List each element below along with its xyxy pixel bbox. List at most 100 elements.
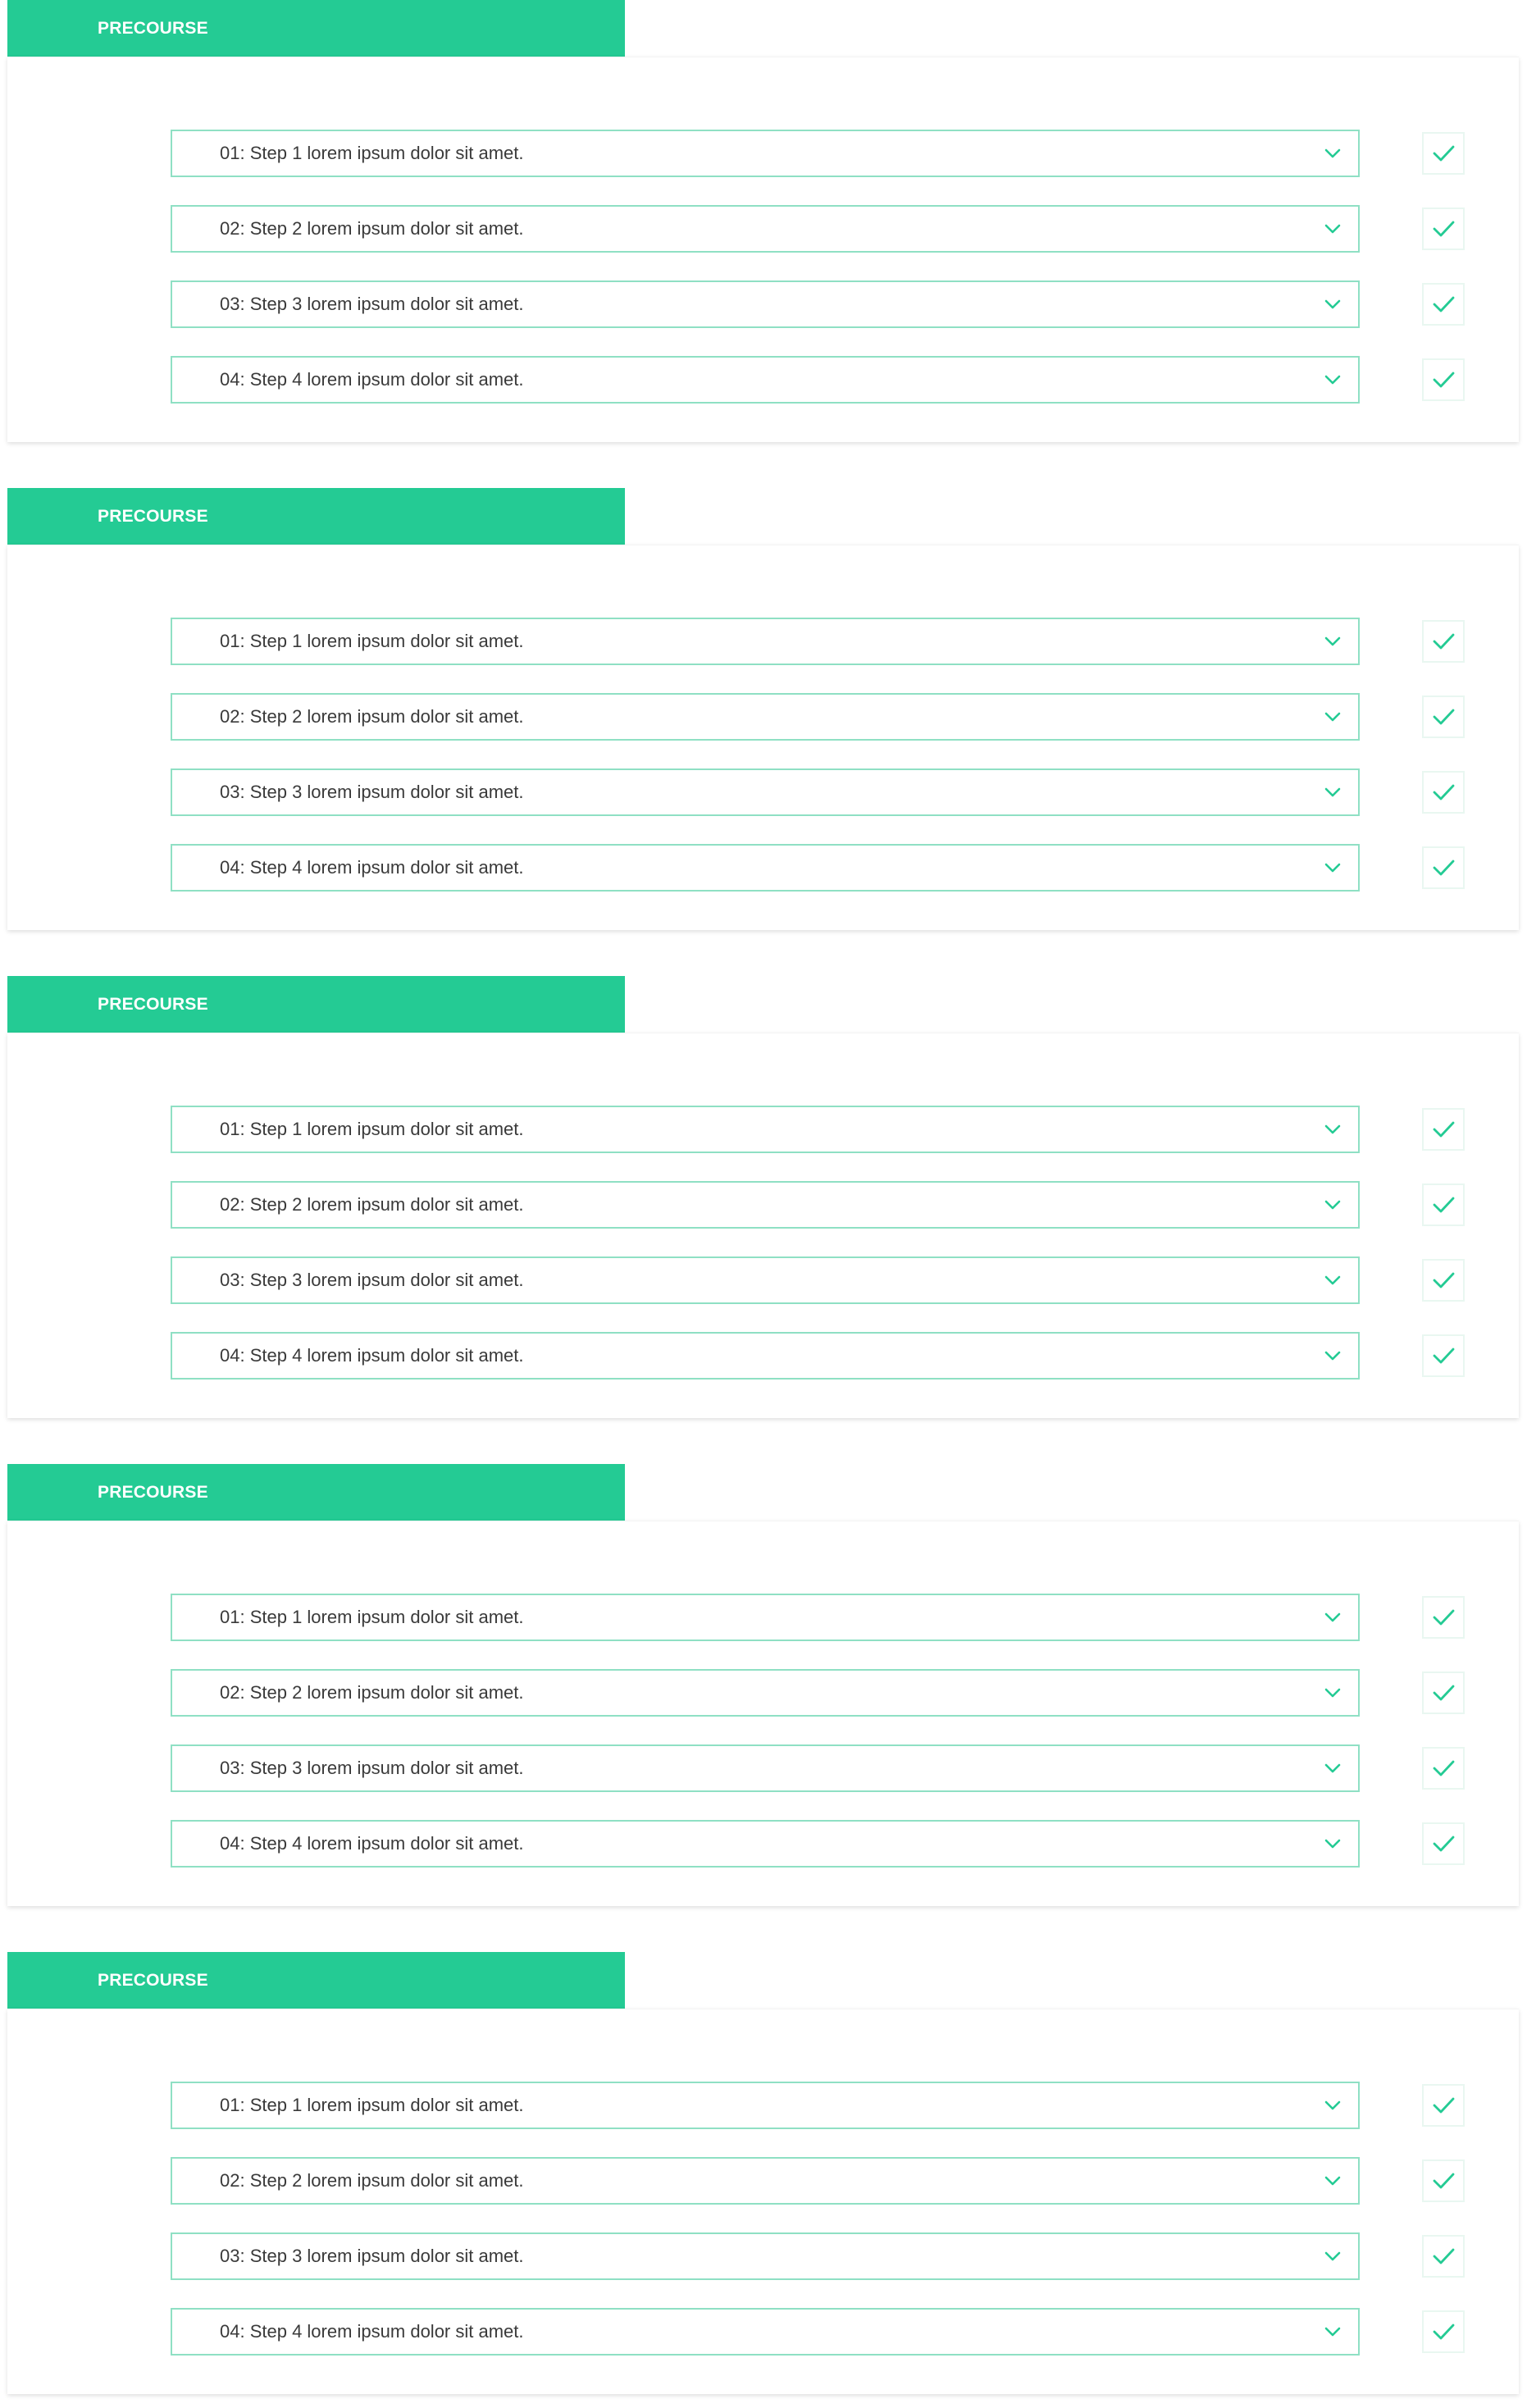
step-label: 04: Step 4 lorem ipsum dolor sit amet. (220, 1833, 524, 1854)
step-complete-checkbox[interactable] (1422, 1747, 1465, 1790)
step-complete-checkbox[interactable] (1422, 846, 1465, 889)
step-dropdown[interactable]: 01: Step 1 lorem ipsum dolor sit amet. (171, 1106, 1360, 1153)
step-dropdown[interactable]: 03: Step 3 lorem ipsum dolor sit amet. (171, 280, 1360, 328)
step-dropdown[interactable]: 03: Step 3 lorem ipsum dolor sit amet. (171, 1256, 1360, 1304)
step-row: 04: Step 4 lorem ipsum dolor sit amet. (171, 2308, 1465, 2356)
step-complete-checkbox[interactable] (1422, 2235, 1465, 2278)
chevron-down-icon (1324, 863, 1341, 873)
checkmark-icon (1433, 1760, 1455, 1776)
step-dropdown[interactable]: 04: Step 4 lorem ipsum dolor sit amet. (171, 1820, 1360, 1868)
step-complete-checkbox[interactable] (1422, 1259, 1465, 1302)
chevron-down-icon (1324, 1612, 1341, 1622)
checkmark-icon (1433, 2324, 1455, 2340)
step-row: 02: Step 2 lorem ipsum dolor sit amet. (171, 2157, 1465, 2205)
step-label: 03: Step 3 lorem ipsum dolor sit amet. (220, 2246, 524, 2266)
step-label: 03: Step 3 lorem ipsum dolor sit amet. (220, 782, 524, 802)
chevron-down-icon (1324, 2251, 1341, 2261)
step-complete-checkbox[interactable] (1422, 1334, 1465, 1377)
step-label: 03: Step 3 lorem ipsum dolor sit amet. (220, 1270, 524, 1290)
step-row: 02: Step 2 lorem ipsum dolor sit amet. (171, 1181, 1465, 1229)
step-dropdown[interactable]: 04: Step 4 lorem ipsum dolor sit amet. (171, 1332, 1360, 1380)
step-dropdown[interactable]: 02: Step 2 lorem ipsum dolor sit amet. (171, 2157, 1360, 2205)
step-complete-checkbox[interactable] (1422, 358, 1465, 401)
section-card: 01: Step 1 lorem ipsum dolor sit amet. 02… (7, 1033, 1519, 1418)
chevron-down-icon (1324, 148, 1341, 158)
step-complete-checkbox[interactable] (1422, 208, 1465, 250)
step-complete-checkbox[interactable] (1422, 1108, 1465, 1151)
step-label: 04: Step 4 lorem ipsum dolor sit amet. (220, 2321, 524, 2342)
chevron-down-icon (1324, 1275, 1341, 1285)
checkmark-icon (1433, 1121, 1455, 1138)
step-complete-checkbox[interactable] (1422, 1671, 1465, 1714)
step-complete-checkbox[interactable] (1422, 620, 1465, 663)
step-dropdown[interactable]: 02: Step 2 lorem ipsum dolor sit amet. (171, 205, 1360, 253)
chevron-down-icon (1324, 2176, 1341, 2186)
step-dropdown[interactable]: 03: Step 3 lorem ipsum dolor sit amet. (171, 2232, 1360, 2280)
checkmark-icon (1433, 296, 1455, 312)
checkmark-icon (1433, 1685, 1455, 1701)
section-card: 01: Step 1 lorem ipsum dolor sit amet. 02… (7, 545, 1519, 930)
step-label: 01: Step 1 lorem ipsum dolor sit amet. (220, 631, 524, 651)
course-section: PRECOURSE 01: Step 1 lorem ipsum dolor si… (7, 0, 1519, 445)
step-complete-checkbox[interactable] (1422, 1183, 1465, 1226)
step-dropdown[interactable]: 02: Step 2 lorem ipsum dolor sit amet. (171, 693, 1360, 741)
checkmark-icon (1433, 709, 1455, 725)
section-card: 01: Step 1 lorem ipsum dolor sit amet. 02… (7, 57, 1519, 442)
step-complete-checkbox[interactable] (1422, 1596, 1465, 1639)
step-row: 01: Step 1 lorem ipsum dolor sit amet. (171, 2082, 1465, 2129)
section-title: PRECOURSE (7, 1952, 625, 2009)
checkmark-icon (1433, 2097, 1455, 2114)
chevron-down-icon (1324, 2100, 1341, 2110)
step-complete-checkbox[interactable] (1422, 2159, 1465, 2202)
checkmark-icon (1433, 1609, 1455, 1626)
chevron-down-icon (1324, 1351, 1341, 1361)
step-complete-checkbox[interactable] (1422, 2084, 1465, 2127)
chevron-down-icon (1324, 1839, 1341, 1849)
step-dropdown[interactable]: 02: Step 2 lorem ipsum dolor sit amet. (171, 1181, 1360, 1229)
step-dropdown[interactable]: 04: Step 4 lorem ipsum dolor sit amet. (171, 844, 1360, 892)
step-label: 04: Step 4 lorem ipsum dolor sit amet. (220, 369, 524, 390)
step-dropdown[interactable]: 01: Step 1 lorem ipsum dolor sit amet. (171, 130, 1360, 177)
chevron-down-icon (1324, 224, 1341, 234)
step-row: 04: Step 4 lorem ipsum dolor sit amet. (171, 1820, 1465, 1868)
step-label: 03: Step 3 lorem ipsum dolor sit amet. (220, 294, 524, 314)
checkmark-icon (1433, 1272, 1455, 1288)
step-complete-checkbox[interactable] (1422, 1822, 1465, 1865)
step-dropdown[interactable]: 01: Step 1 lorem ipsum dolor sit amet. (171, 1594, 1360, 1641)
checkmark-icon (1433, 372, 1455, 388)
step-complete-checkbox[interactable] (1422, 771, 1465, 814)
section-card: 01: Step 1 lorem ipsum dolor sit amet. 02… (7, 2009, 1519, 2394)
step-label: 01: Step 1 lorem ipsum dolor sit amet. (220, 143, 524, 163)
step-dropdown[interactable]: 04: Step 4 lorem ipsum dolor sit amet. (171, 2308, 1360, 2356)
step-dropdown[interactable]: 02: Step 2 lorem ipsum dolor sit amet. (171, 1669, 1360, 1717)
step-dropdown[interactable]: 01: Step 1 lorem ipsum dolor sit amet. (171, 618, 1360, 665)
chevron-down-icon (1324, 1200, 1341, 1210)
step-row: 03: Step 3 lorem ipsum dolor sit amet. (171, 280, 1465, 328)
course-steps-page: PRECOURSE 01: Step 1 lorem ipsum dolor si… (0, 0, 1527, 2408)
section-title: PRECOURSE (7, 488, 625, 545)
step-row: 01: Step 1 lorem ipsum dolor sit amet. (171, 130, 1465, 177)
step-label: 02: Step 2 lorem ipsum dolor sit amet. (220, 1682, 524, 1703)
course-section: PRECOURSE 01: Step 1 lorem ipsum dolor si… (7, 976, 1519, 1421)
checkmark-icon (1433, 784, 1455, 800)
course-section: PRECOURSE 01: Step 1 lorem ipsum dolor si… (7, 488, 1519, 933)
step-dropdown[interactable]: 04: Step 4 lorem ipsum dolor sit amet. (171, 356, 1360, 404)
step-dropdown[interactable]: 03: Step 3 lorem ipsum dolor sit amet. (171, 768, 1360, 816)
step-complete-checkbox[interactable] (1422, 2310, 1465, 2353)
step-complete-checkbox[interactable] (1422, 132, 1465, 175)
section-title: PRECOURSE (7, 1464, 625, 1521)
chevron-down-icon (1324, 787, 1341, 797)
step-row: 03: Step 3 lorem ipsum dolor sit amet. (171, 2232, 1465, 2280)
step-row: 02: Step 2 lorem ipsum dolor sit amet. (171, 693, 1465, 741)
chevron-down-icon (1324, 1124, 1341, 1134)
chevron-down-icon (1324, 1763, 1341, 1773)
chevron-down-icon (1324, 636, 1341, 646)
step-complete-checkbox[interactable] (1422, 283, 1465, 326)
chevron-down-icon (1324, 375, 1341, 385)
step-dropdown[interactable]: 03: Step 3 lorem ipsum dolor sit amet. (171, 1744, 1360, 1792)
step-dropdown[interactable]: 01: Step 1 lorem ipsum dolor sit amet. (171, 2082, 1360, 2129)
step-complete-checkbox[interactable] (1422, 695, 1465, 738)
checkmark-icon (1433, 633, 1455, 650)
step-label: 04: Step 4 lorem ipsum dolor sit amet. (220, 1345, 524, 1366)
checkmark-icon (1433, 860, 1455, 876)
